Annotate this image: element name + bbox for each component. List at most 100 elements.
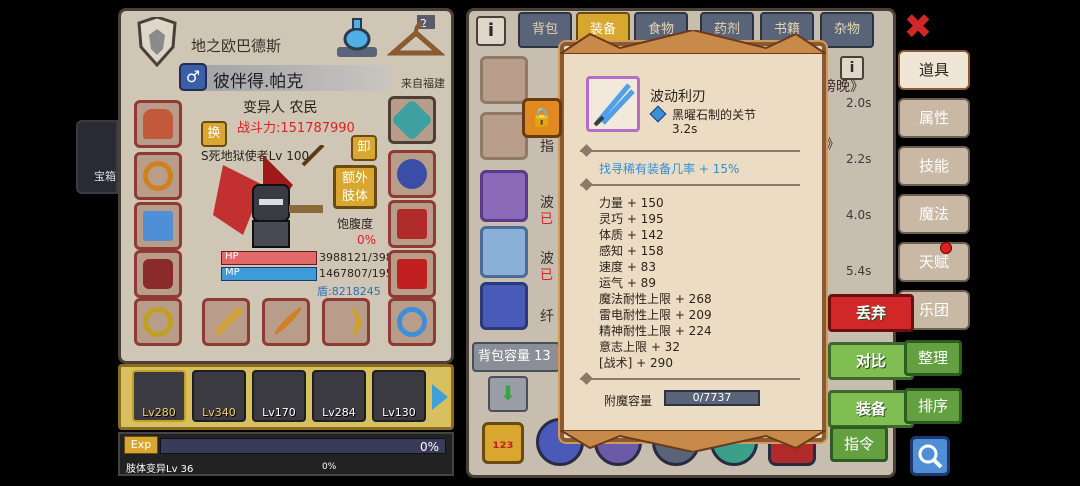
hp-label: HP <box>225 251 239 262</box>
extra-body-button[interactable]: 额外肢体 <box>333 165 377 209</box>
partner-card[interactable]: Lv284 <box>312 370 366 422</box>
item-icon[interactable] <box>480 112 528 160</box>
location-name: 地之欧巴德斯 <box>191 37 282 55</box>
mp-label: MP <box>225 267 240 278</box>
satiety-label: 饱腹度 <box>337 217 374 231</box>
item-sub: 黑曜石制的关节 <box>672 108 757 122</box>
swap-button[interactable]: 换 <box>201 121 227 147</box>
tooltip-info-icon[interactable]: i <box>840 56 864 80</box>
divider <box>580 150 800 152</box>
item-fragment: 已 <box>540 268 554 283</box>
stat-line: 灵巧 + 195 <box>599 212 664 226</box>
exp-percent: 0% <box>420 440 440 454</box>
tab-misc[interactable]: 杂物 <box>820 12 874 48</box>
origin-label: 来自福建 <box>401 77 445 90</box>
unload-button[interactable]: 卸 <box>351 135 377 161</box>
compare-button[interactable]: 对比 <box>828 342 914 380</box>
download-icon[interactable]: ⬇ <box>488 376 528 412</box>
info-icon[interactable]: i <box>476 16 506 46</box>
lock-icon[interactable]: 🔒 <box>522 98 562 138</box>
stat-line: 意志上限 + 32 <box>599 340 680 354</box>
item-portrait <box>586 76 640 132</box>
partner-card[interactable]: Lv280 <box>132 370 186 422</box>
item-timer: 2.0s <box>846 96 872 110</box>
item-icon[interactable] <box>480 282 528 330</box>
item-fragment: 纤 <box>540 309 554 325</box>
equip-slot-spear[interactable] <box>262 298 310 346</box>
equip-slot-boots[interactable] <box>388 250 436 298</box>
side-tab-attributes[interactable]: 属性 <box>898 98 970 138</box>
item-timer: 5.4s <box>846 264 872 278</box>
character-sprite <box>203 143 333 255</box>
stat-line: [战术] + 290 <box>599 356 673 370</box>
special-stat: 找寻稀有装备几率 + 15% <box>599 162 740 176</box>
tooltip-top-ornament <box>556 28 830 55</box>
close-icon[interactable]: ✖ <box>900 10 936 46</box>
equip-slot-staff[interactable] <box>202 298 250 346</box>
equip-button[interactable]: 装备 <box>828 390 914 428</box>
search-icon[interactable] <box>910 436 950 476</box>
item-timer: 2.2s <box>846 152 872 166</box>
divider <box>580 378 800 380</box>
side-tab-skills[interactable]: 技能 <box>898 146 970 186</box>
side-tab-items[interactable]: 道具 <box>898 50 970 90</box>
partner-card[interactable]: Lv340 <box>192 370 246 422</box>
equip-slot-orb[interactable] <box>388 298 436 346</box>
item-icon[interactable] <box>480 56 528 104</box>
item-icon[interactable] <box>480 170 528 222</box>
mutation-percent: 0% <box>322 462 337 472</box>
item-fragment: 指 <box>540 139 554 155</box>
stat-line: 力量 + 150 <box>599 196 664 210</box>
item-name: 波动利刃 <box>650 89 706 105</box>
notification-dot-icon <box>940 242 952 254</box>
equip-slot-gauntlet[interactable] <box>388 150 436 198</box>
exp-label: Exp <box>124 436 158 454</box>
location-emblem-icon <box>133 15 181 68</box>
tidy-button[interactable]: 整理 <box>904 340 962 376</box>
enchant-value: 0/7737 <box>692 391 732 404</box>
divider <box>580 184 800 186</box>
backpack-capacity: 背包容量 13 <box>472 342 560 372</box>
mp-value: 1467807/195 <box>319 267 393 280</box>
command-button[interactable]: 指令 <box>830 426 888 462</box>
side-tab-talent[interactable]: 天赋 <box>898 242 970 282</box>
stat-line: 速度 + 83 <box>599 260 656 274</box>
stat-line: 体质 + 142 <box>599 228 664 242</box>
combat-power: 战斗力:151787990 <box>237 121 355 136</box>
stat-line: 雷电耐性上限 + 209 <box>599 308 712 322</box>
item-timer: 4.0s <box>846 208 872 222</box>
stat-line: 感知 + 158 <box>599 244 664 258</box>
discard-button[interactable]: 丢弃 <box>828 294 914 332</box>
equip-slot-crystal[interactable] <box>388 96 436 144</box>
sort-button[interactable]: 排序 <box>904 388 962 424</box>
equip-slot-hat[interactable] <box>134 100 182 148</box>
beacon-icon[interactable] <box>333 17 381 61</box>
equip-slot-wing[interactable] <box>134 202 182 250</box>
enchant-label: 附魔容量 <box>604 394 653 408</box>
tooltip-bottom-ornament <box>556 429 830 454</box>
stat-line: 运气 + 89 <box>599 276 656 290</box>
shield-value: 盾:8218245 <box>317 285 381 298</box>
character-name: 彼伴得.帕克 <box>213 72 304 92</box>
hanger-icon[interactable]: 2 <box>386 13 446 61</box>
equip-slot-armor[interactable] <box>134 250 182 298</box>
equip-slot-bow[interactable] <box>322 298 370 346</box>
class-line: 变异人 农民 <box>243 100 318 116</box>
equip-slot-ring[interactable] <box>134 298 182 346</box>
exp-bar <box>160 438 446 454</box>
mutation-label: 肢体变异Lv 36 <box>126 464 194 475</box>
stat-line: 精神耐性上限 + 224 <box>599 324 712 338</box>
side-tab-magic[interactable]: 魔法 <box>898 194 970 234</box>
stat-line: 魔法耐性上限 + 268 <box>599 292 712 306</box>
partner-card[interactable]: Lv130 <box>372 370 426 422</box>
equip-slot-belt[interactable] <box>388 200 436 248</box>
sort-number-button[interactable]: ₁₂₃ <box>482 422 524 464</box>
item-time: 3.2s <box>672 122 698 136</box>
treasure-card-label: 宝箱 <box>94 170 116 183</box>
item-icon[interactable] <box>480 226 528 278</box>
partners-next-arrow-icon[interactable] <box>432 384 448 410</box>
equip-slot-necklace[interactable] <box>134 152 182 200</box>
hp-value: 3988121/398 <box>319 251 393 264</box>
partner-card[interactable]: Lv170 <box>252 370 306 422</box>
satiety-value: 0% <box>357 233 377 247</box>
